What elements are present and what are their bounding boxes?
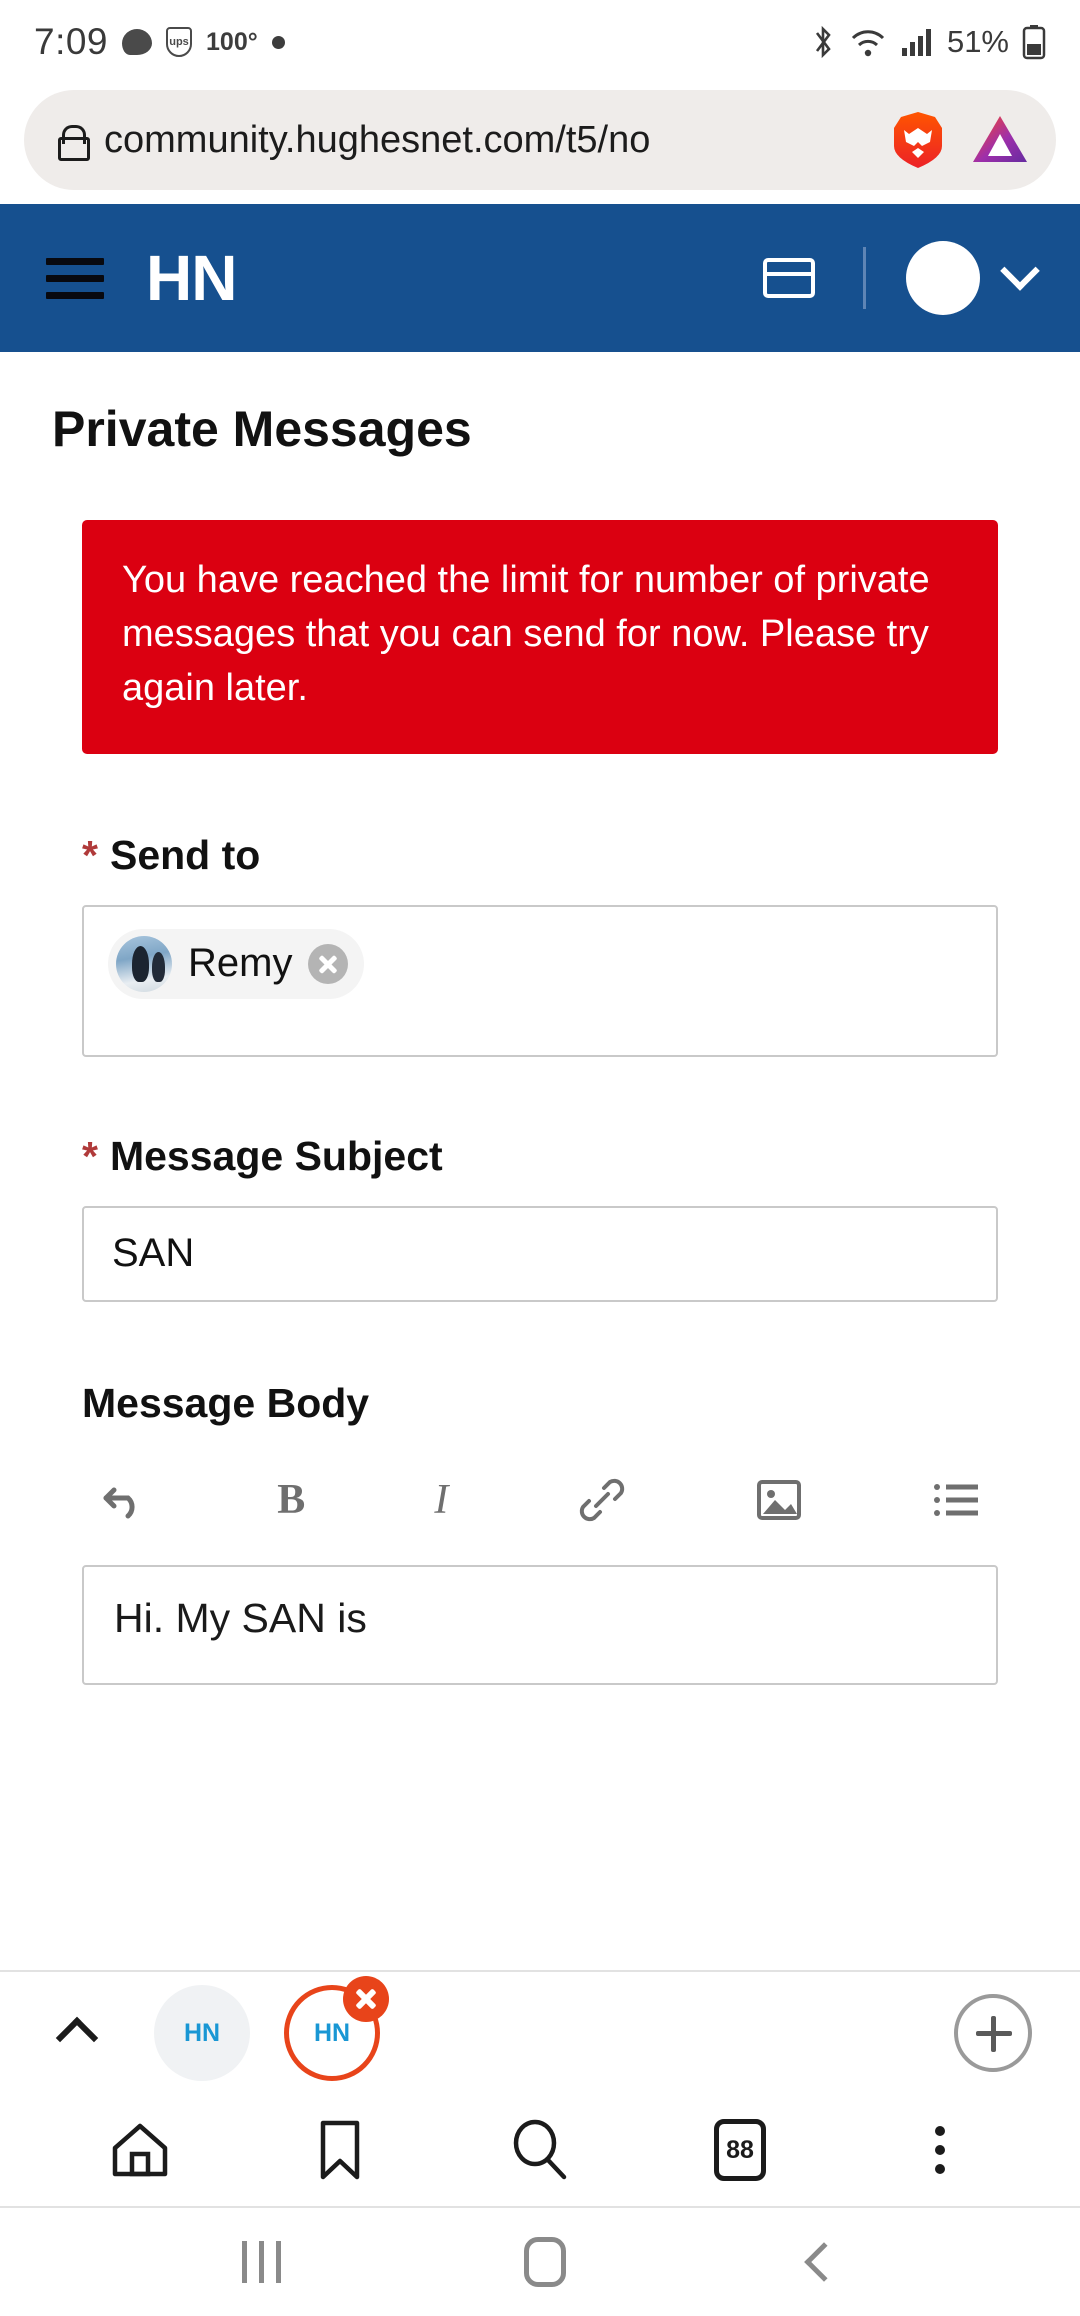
browser-urlbar[interactable]: community.hughesnet.com/t5/no bbox=[24, 90, 1056, 190]
required-marker: * bbox=[82, 1132, 98, 1179]
send-to-label-row: * Send to bbox=[0, 832, 1080, 879]
browser-tabstrip: HN HN bbox=[0, 1970, 1080, 2094]
close-icon[interactable] bbox=[343, 1976, 389, 2022]
browser-tab-hn-inactive[interactable]: HN bbox=[154, 1985, 250, 2081]
brave-lion-icon[interactable] bbox=[886, 108, 950, 172]
bullet-list-icon[interactable] bbox=[932, 1480, 980, 1520]
page-content: Private Messages You have reached the li… bbox=[0, 352, 1080, 1685]
browser-tab-label: HN bbox=[313, 2018, 351, 2047]
status-bar-left: 7:09 ups 100° bbox=[34, 21, 810, 63]
recipient-name: Remy bbox=[188, 941, 293, 986]
android-system-nav bbox=[0, 2208, 1080, 2316]
remove-recipient-icon[interactable] bbox=[308, 943, 349, 984]
phone-screen: 7:09 ups 100° 51% community.hughesnet.co… bbox=[0, 0, 1080, 2316]
message-body-label: Message Body bbox=[82, 1379, 370, 1426]
site-header-actions bbox=[763, 241, 1040, 315]
message-body-input[interactable]: Hi. My SAN is bbox=[82, 1564, 998, 1685]
dot-indicator-icon bbox=[271, 35, 285, 49]
recipient-avatar bbox=[116, 935, 172, 992]
battery-icon bbox=[1022, 25, 1046, 60]
bluetooth-icon bbox=[815, 25, 831, 59]
wifi-icon bbox=[851, 30, 885, 57]
editor-toolbar: B I bbox=[82, 1457, 998, 1543]
url-text[interactable]: community.hughesnet.com/t5/no bbox=[104, 119, 866, 162]
status-time: 7:09 bbox=[34, 21, 109, 62]
message-subject-label: Message Subject bbox=[109, 1132, 443, 1179]
recents-icon[interactable] bbox=[241, 2241, 281, 2283]
plus-icon[interactable] bbox=[954, 1994, 1032, 2072]
header-divider bbox=[863, 247, 866, 309]
bold-icon[interactable]: B bbox=[277, 1476, 305, 1524]
required-marker: * bbox=[82, 831, 98, 878]
lock-icon bbox=[58, 125, 90, 161]
tab-count-label: 88 bbox=[714, 2119, 766, 2181]
battery-percent: 51% bbox=[946, 24, 1009, 59]
ups-icon: ups bbox=[166, 27, 193, 57]
status-temperature: 100° bbox=[206, 27, 258, 56]
tab-list: HN HN bbox=[154, 1976, 389, 2081]
link-icon[interactable] bbox=[578, 1476, 626, 1524]
alert-banner: You have reached the limit for number of… bbox=[82, 520, 998, 754]
subject-label-row: * Message Subject bbox=[0, 1133, 1080, 1180]
browser-bottom-nav: 88 bbox=[0, 2094, 1080, 2208]
browser-tab-hn-active[interactable]: HN bbox=[284, 1976, 389, 2081]
user-avatar[interactable] bbox=[906, 241, 980, 315]
send-to-field[interactable]: Remy bbox=[82, 904, 998, 1057]
chevron-down-icon[interactable] bbox=[1000, 251, 1040, 291]
cellular-signal-icon bbox=[901, 29, 931, 56]
home-icon[interactable] bbox=[97, 2107, 183, 2193]
search-icon[interactable] bbox=[497, 2107, 583, 2193]
site-logo[interactable]: HN bbox=[146, 241, 237, 315]
bookmark-icon[interactable] bbox=[297, 2107, 383, 2193]
chat-bubble-icon bbox=[122, 29, 153, 55]
bat-triangle-icon[interactable] bbox=[970, 112, 1030, 168]
browser-urlbar-container: community.hughesnet.com/t5/no bbox=[0, 84, 1080, 204]
image-icon[interactable] bbox=[755, 1478, 803, 1522]
undo-icon[interactable] bbox=[100, 1478, 148, 1522]
message-subject-input[interactable]: SAN bbox=[82, 1205, 998, 1302]
hamburger-menu-icon[interactable] bbox=[46, 257, 104, 299]
home-button-icon[interactable] bbox=[524, 2237, 567, 2287]
message-body-label-row: Message Body bbox=[0, 1380, 1080, 1427]
inbox-card-icon[interactable] bbox=[763, 258, 815, 298]
site-header: HN bbox=[0, 204, 1080, 352]
status-bar: 7:09 ups 100° 51% bbox=[0, 0, 1080, 84]
page-title: Private Messages bbox=[52, 401, 472, 457]
send-to-label: Send to bbox=[109, 831, 261, 878]
chevron-up-icon[interactable] bbox=[55, 2016, 99, 2060]
status-bar-right: 51% bbox=[810, 24, 1046, 60]
tabs-icon[interactable]: 88 bbox=[697, 2107, 783, 2193]
back-icon[interactable] bbox=[804, 2242, 844, 2282]
kebab-menu-icon[interactable] bbox=[897, 2107, 983, 2193]
italic-icon[interactable]: I bbox=[434, 1476, 448, 1524]
recipient-chip[interactable]: Remy bbox=[108, 928, 365, 999]
